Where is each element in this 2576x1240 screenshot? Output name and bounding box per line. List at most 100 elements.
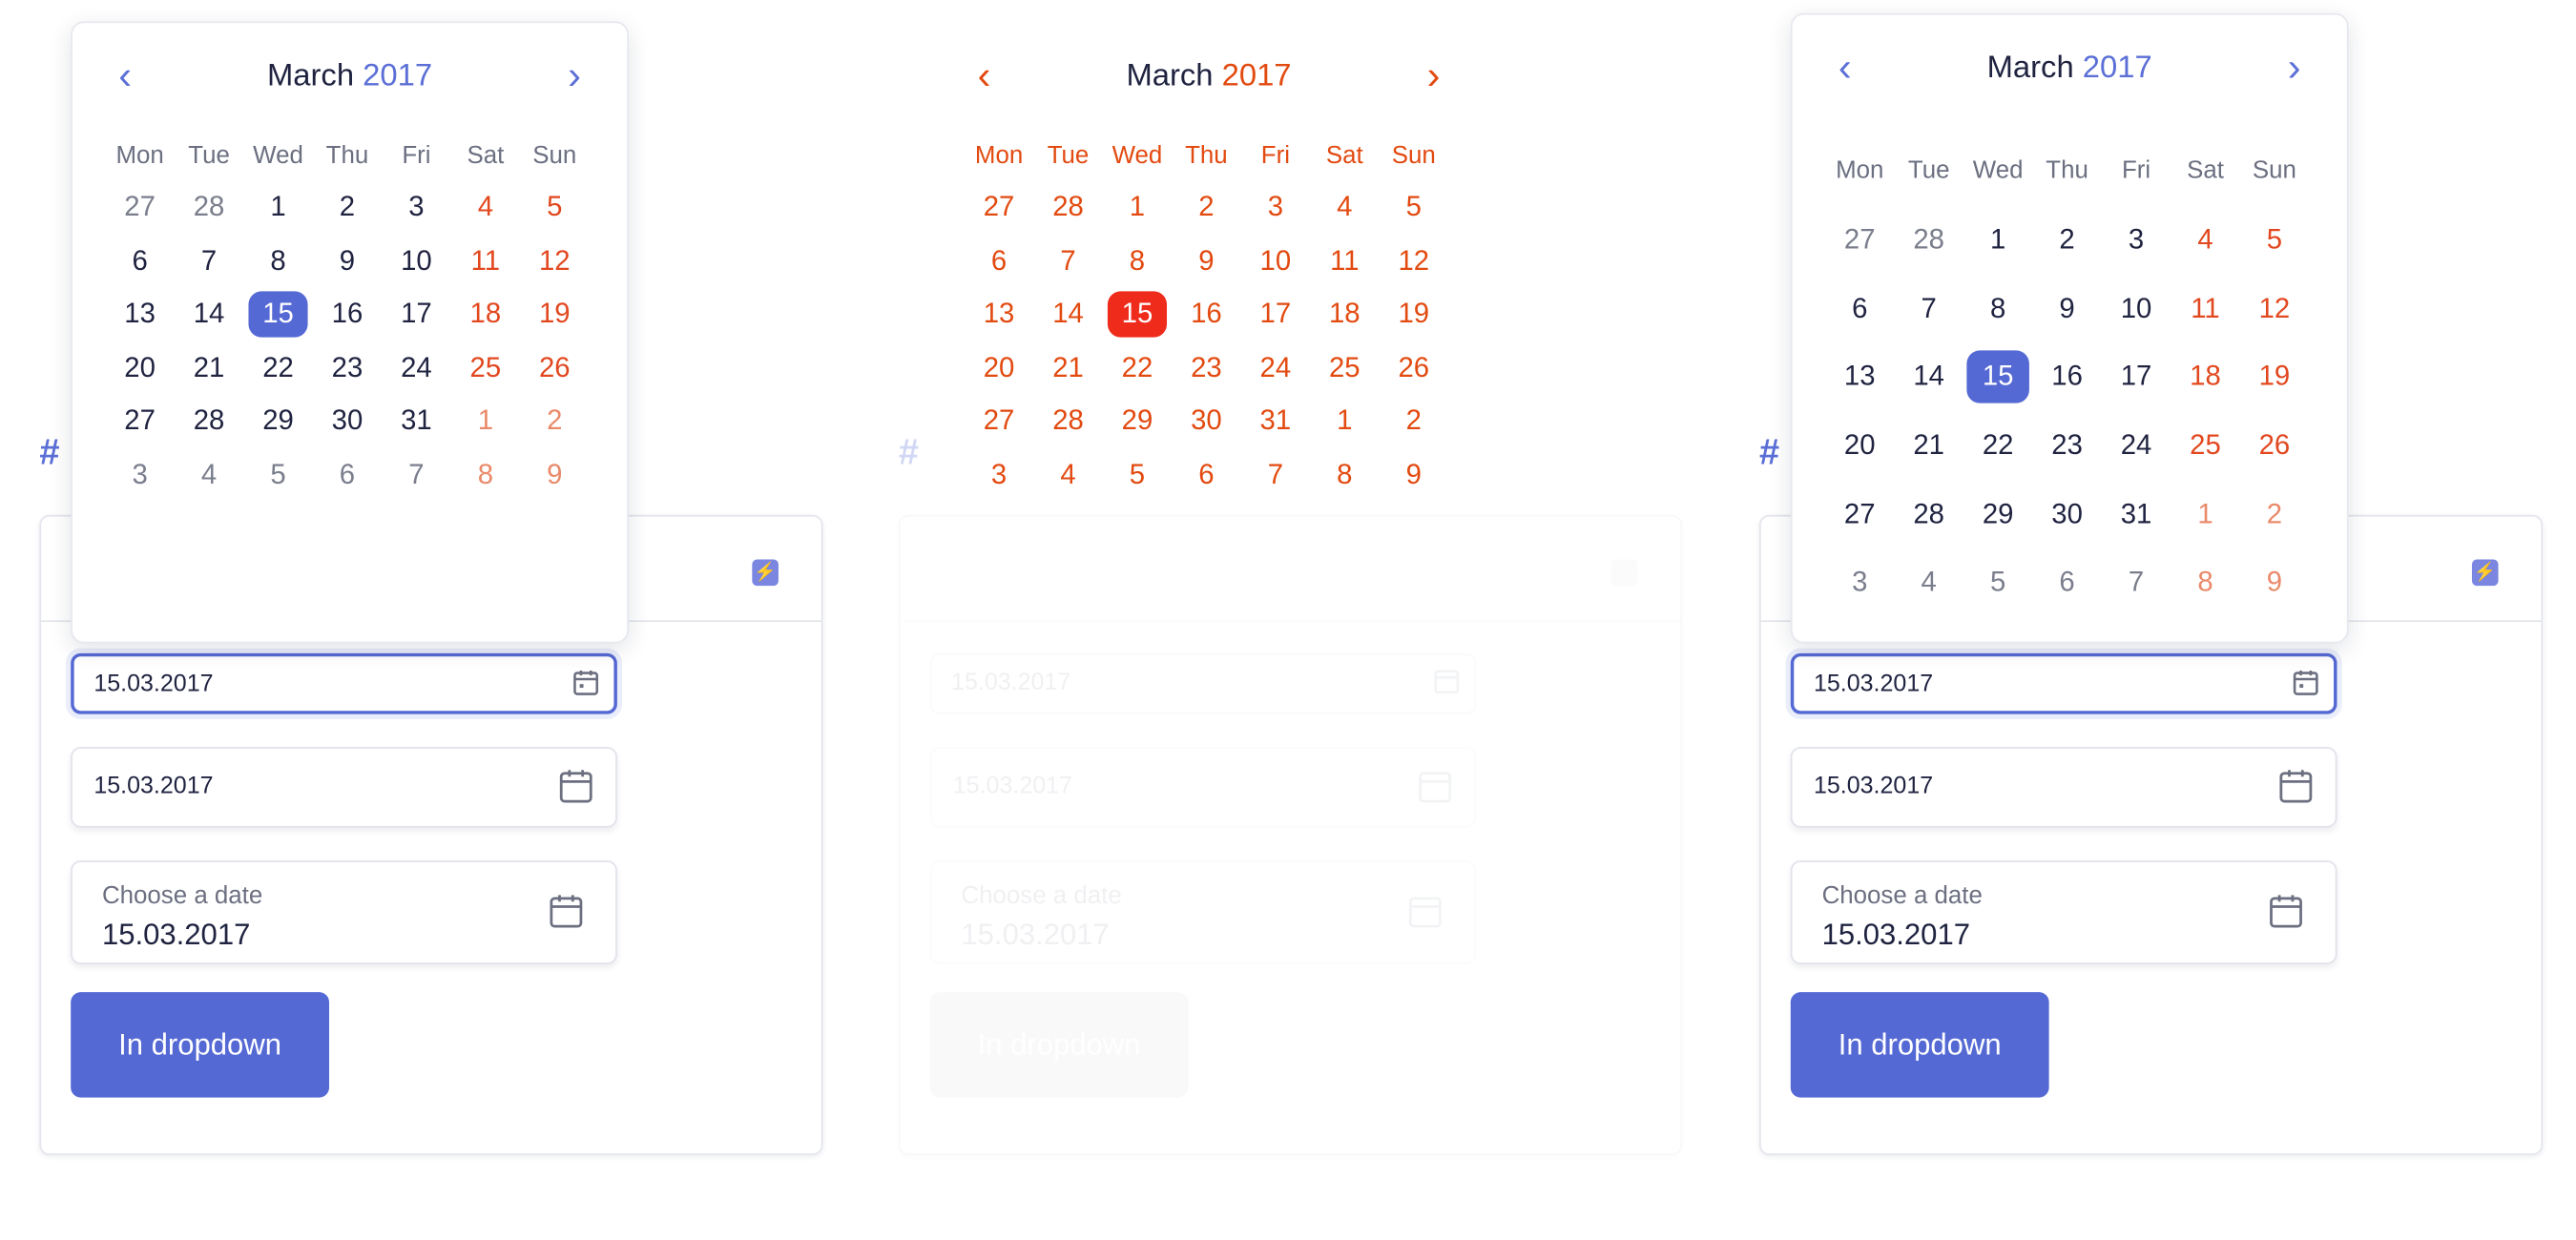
day-cell[interactable]: 5 [520, 181, 589, 235]
date-input-labeled[interactable]: Choose a date 15.03.2017 [71, 860, 617, 964]
day-cell[interactable]: 8 [1103, 235, 1172, 288]
day-cell[interactable]: 6 [1172, 448, 1240, 502]
day-cell[interactable]: 16 [313, 288, 382, 341]
day-cell[interactable]: 2 [313, 181, 382, 235]
day-cell[interactable]: 27 [1825, 206, 1894, 275]
in-dropdown-button[interactable]: In dropdown [1790, 992, 2049, 1098]
day-cell[interactable]: 24 [2102, 411, 2171, 480]
day-cell[interactable]: 7 [1241, 448, 1310, 502]
day-cell[interactable]: 12 [1380, 235, 1448, 288]
day-cell[interactable]: 28 [1033, 395, 1102, 448]
calendar-icon[interactable] [1405, 892, 1444, 940]
day-cell[interactable]: 9 [313, 235, 382, 288]
calendar-month[interactable]: March [1126, 59, 1213, 93]
calendar-icon[interactable] [571, 668, 601, 706]
calendar-icon[interactable] [556, 767, 595, 815]
date-input-focused[interactable]: 15.03.2017 [1790, 652, 2337, 714]
day-cell[interactable]: 11 [1310, 235, 1379, 288]
day-cell[interactable]: 1 [243, 181, 312, 235]
day-cell[interactable]: 20 [105, 341, 174, 395]
day-cell[interactable]: 7 [1033, 235, 1102, 288]
day-cell[interactable]: 17 [382, 288, 450, 341]
day-cell[interactable]: 3 [965, 448, 1033, 502]
day-cell[interactable]: 10 [382, 235, 450, 288]
day-cell[interactable]: 4 [451, 181, 520, 235]
day-cell[interactable]: 9 [2240, 548, 2309, 617]
day-cell[interactable]: 11 [451, 235, 520, 288]
day-cell[interactable]: 5 [1963, 548, 2032, 617]
day-cell[interactable]: 1 [1963, 206, 2032, 275]
date-input[interactable]: 15.03.2017 [71, 747, 617, 828]
day-cell[interactable]: 4 [1310, 181, 1379, 235]
day-cell[interactable]: 13 [105, 288, 174, 341]
day-cell[interactable]: 31 [1241, 395, 1310, 448]
day-cell[interactable]: 13 [965, 288, 1033, 341]
day-cell[interactable]: 10 [1241, 235, 1310, 288]
day-cell[interactable]: 2 [1380, 395, 1448, 448]
day-cell[interactable]: 9 [520, 448, 589, 502]
day-cell[interactable]: 3 [1241, 181, 1310, 235]
day-cell[interactable]: 20 [965, 341, 1033, 395]
day-cell[interactable]: 22 [1963, 411, 2032, 480]
day-cell[interactable]: 4 [175, 448, 243, 502]
day-cell[interactable]: 30 [313, 395, 382, 448]
day-cell[interactable]: 16 [2032, 342, 2101, 411]
section-anchor[interactable]: # [1759, 431, 1779, 474]
day-cell[interactable]: 27 [965, 181, 1033, 235]
date-input-labeled[interactable]: Choose a date 15.03.2017 [929, 860, 1477, 964]
day-cell[interactable]: 18 [1310, 288, 1379, 341]
day-cell[interactable]: 22 [1103, 341, 1172, 395]
day-cell[interactable]: 9 [1172, 235, 1240, 288]
bolt-icon[interactable] [1610, 559, 1638, 587]
calendar-icon[interactable] [2266, 892, 2305, 940]
day-cell[interactable]: 27 [105, 181, 174, 235]
calendar-icon[interactable] [2291, 668, 2320, 706]
day-cell[interactable]: 2 [520, 395, 589, 448]
day-cell[interactable]: 28 [175, 181, 243, 235]
day-cell[interactable]: 8 [451, 448, 520, 502]
bolt-icon[interactable]: ⚡ [2471, 559, 2499, 587]
date-input-labeled[interactable]: Choose a date 15.03.2017 [1790, 860, 2337, 964]
day-cell[interactable]: 12 [520, 235, 589, 288]
day-cell[interactable]: 21 [1033, 341, 1102, 395]
chevron-right-icon[interactable]: › [568, 55, 581, 99]
day-cell[interactable]: 8 [1963, 275, 2032, 343]
day-cell[interactable]: 27 [965, 395, 1033, 448]
day-cell[interactable]: 25 [1310, 341, 1379, 395]
day-cell[interactable]: 14 [1033, 288, 1102, 341]
day-cell[interactable]: 1 [1310, 395, 1379, 448]
day-cell[interactable]: 3 [105, 448, 174, 502]
date-input[interactable]: 15.03.2017 [929, 747, 1477, 828]
chevron-right-icon[interactable]: › [1427, 55, 1441, 99]
day-cell[interactable]: 19 [2240, 342, 2309, 411]
day-cell[interactable]: 20 [1825, 411, 1894, 480]
date-input[interactable]: 15.03.2017 [929, 652, 1477, 714]
day-cell[interactable]: 14 [1894, 342, 1963, 411]
day-cell[interactable]: 27 [105, 395, 174, 448]
day-cell[interactable]: 5 [1103, 448, 1172, 502]
day-cell[interactable]: 8 [1310, 448, 1379, 502]
day-cell[interactable]: 22 [243, 341, 312, 395]
day-cell[interactable]: 5 [243, 448, 312, 502]
day-cell[interactable]: 8 [2171, 548, 2239, 617]
day-cell[interactable]: 21 [175, 341, 243, 395]
selected-day-cell[interactable]: 15 [243, 288, 312, 341]
selected-day-cell[interactable]: 15 [1963, 342, 2032, 411]
bolt-icon[interactable]: ⚡ [752, 559, 779, 587]
day-cell[interactable]: 2 [2240, 480, 2309, 548]
calendar-icon[interactable] [547, 892, 586, 940]
day-cell[interactable]: 6 [1825, 275, 1894, 343]
chevron-right-icon[interactable]: › [2288, 47, 2301, 91]
section-anchor[interactable]: # [39, 431, 59, 474]
day-cell[interactable]: 1 [2171, 480, 2239, 548]
day-cell[interactable]: 28 [1894, 480, 1963, 548]
day-cell[interactable]: 11 [2171, 275, 2239, 343]
day-cell[interactable]: 28 [1894, 206, 1963, 275]
day-cell[interactable]: 13 [1825, 342, 1894, 411]
day-cell[interactable]: 8 [243, 235, 312, 288]
selected-day-cell[interactable]: 15 [1103, 288, 1172, 341]
day-cell[interactable]: 26 [1380, 341, 1448, 395]
calendar-year[interactable]: 2017 [2083, 51, 2152, 85]
day-cell[interactable]: 6 [965, 235, 1033, 288]
day-cell[interactable]: 12 [2240, 275, 2309, 343]
